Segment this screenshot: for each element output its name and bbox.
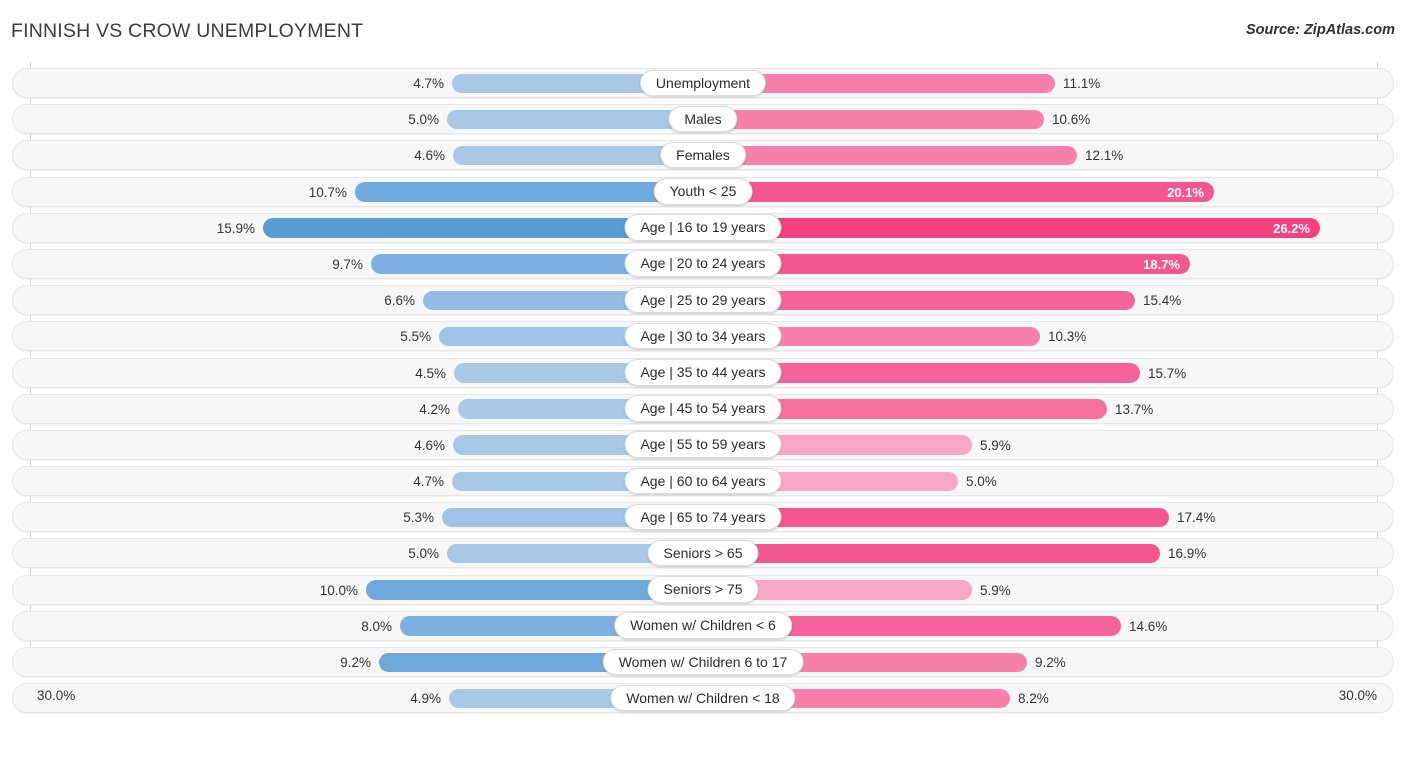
bar-right-crow	[703, 218, 1320, 238]
value-label-left: 4.7%	[413, 474, 444, 490]
value-label-left: 8.0%	[361, 618, 392, 634]
row-category-label: Age | 16 to 19 years	[624, 214, 782, 241]
value-label-left: 4.9%	[410, 691, 441, 707]
value-label-left: 4.6%	[414, 437, 445, 453]
row-category-label: Seniors > 65	[647, 539, 759, 567]
chart-row: 5.3% 17.4% Age | 65 to 74 years	[0, 499, 1406, 535]
value-label-right: 15.7%	[1148, 365, 1187, 381]
value-label-left: 10.7%	[308, 184, 347, 200]
chart-row: 4.9% 8.2% Women w/ Children < 18	[0, 680, 1406, 716]
value-label-left: 5.0%	[408, 546, 439, 562]
value-label-right: 18.7%	[1143, 256, 1180, 272]
row-category-label: Age | 35 to 44 years	[624, 359, 782, 386]
value-label-left: 10.0%	[319, 582, 358, 598]
axis-label-left: 30.0%	[37, 688, 76, 703]
chart-row: 9.7% 18.7% Age | 20 to 24 years	[0, 246, 1406, 282]
chart-plot-area: 4.7% 11.1% Unemployment 5.0% 10.6% Males 4.6% 1…	[0, 62, 1406, 717]
bar-right-crow	[703, 145, 1077, 166]
bar-left-finnish	[355, 182, 703, 202]
chart-row: 4.5% 15.7% Age | 35 to 44 years	[0, 355, 1406, 391]
value-label-right: 10.6%	[1052, 112, 1091, 128]
chart-row: 6.6% 15.4% Age | 25 to 29 years	[0, 282, 1406, 318]
value-label-right: 26.2%	[1273, 220, 1310, 236]
value-label-right: 20.1%	[1167, 184, 1204, 200]
chart-row: 5.5% 10.3% Age | 30 to 34 years	[0, 318, 1406, 354]
row-category-label: Age | 20 to 24 years	[624, 250, 782, 277]
value-label-right: 16.9%	[1168, 546, 1207, 562]
row-category-label: Age | 30 to 34 years	[624, 322, 782, 350]
axis-label-right: 30.0%	[1338, 688, 1377, 703]
chart-row: 8.0% 14.6% Women w/ Children < 6	[0, 608, 1406, 644]
value-label-left: 4.2%	[419, 401, 450, 417]
row-category-label: Age | 65 to 74 years	[624, 503, 782, 531]
row-category-label: Females	[660, 141, 746, 169]
value-label-left: 9.2%	[340, 655, 371, 670]
chart-row: 15.9% 26.2% Age | 16 to 19 years	[0, 210, 1406, 246]
chart-row: 5.0% 16.9% Seniors > 65	[0, 535, 1406, 571]
value-label-right: 13.7%	[1115, 401, 1154, 417]
chart-header: FINNISH VS CROW UNEMPLOYMENT Source: Zip…	[0, 0, 1406, 62]
value-label-right: 17.4%	[1177, 510, 1216, 526]
value-label-left: 4.6%	[414, 148, 445, 164]
chart-row: 5.0% 10.6% Males	[0, 101, 1406, 137]
chart-row: 4.7% 11.1% Unemployment	[0, 65, 1406, 101]
page-title: FINNISH VS CROW UNEMPLOYMENT	[11, 20, 364, 42]
row-category-label: Age | 60 to 64 years	[624, 467, 782, 495]
value-label-right: 8.2%	[1018, 691, 1049, 707]
source-attribution: Source: ZipAtlas.com	[1245, 22, 1395, 38]
bar-right-crow	[703, 182, 1214, 202]
value-label-left: 5.3%	[403, 510, 434, 526]
value-label-right: 12.1%	[1085, 148, 1124, 164]
chart-row: 9.2% 9.2% Women w/ Children 6 to 17	[0, 644, 1406, 680]
chart-rows: 4.7% 11.1% Unemployment 5.0% 10.6% Males 4.6% 1…	[0, 65, 1406, 716]
value-label-right: 5.9%	[980, 582, 1011, 598]
row-category-label: Unemployment	[639, 69, 767, 96]
row-category-label: Age | 55 to 59 years	[624, 431, 782, 458]
chart-row: 4.7% 5.0% Age | 60 to 64 years	[0, 463, 1406, 499]
value-label-left: 15.9%	[216, 220, 255, 236]
value-label-left: 4.5%	[415, 365, 446, 381]
chart-row: 10.0% 5.9% Seniors > 75	[0, 572, 1406, 608]
bar-right-crow	[703, 543, 1160, 564]
row-category-label: Youth < 25	[653, 178, 753, 205]
value-label-right: 11.1%	[1063, 76, 1101, 91]
chart-page: FINNISH VS CROW UNEMPLOYMENT Source: Zip…	[0, 0, 1406, 757]
chart-row: 4.6% 5.9% Age | 55 to 59 years	[0, 427, 1406, 463]
row-category-label: Seniors > 75	[647, 576, 759, 603]
value-label-right: 15.4%	[1143, 293, 1182, 309]
value-label-right: 14.6%	[1129, 618, 1168, 634]
row-category-label: Age | 25 to 29 years	[624, 286, 782, 314]
bar-left-finnish	[447, 109, 703, 130]
value-label-right: 5.9%	[980, 437, 1011, 453]
chart-row: 10.7% 20.1% Youth < 25	[0, 174, 1406, 210]
row-category-label: Age | 45 to 54 years	[624, 395, 782, 422]
chart-row: 4.2% 13.7% Age | 45 to 54 years	[0, 391, 1406, 427]
value-label-left: 4.7%	[413, 76, 444, 91]
chart-row: 4.6% 12.1% Females	[0, 137, 1406, 173]
row-category-label: Women w/ Children < 18	[610, 684, 796, 712]
value-label-left: 9.7%	[332, 256, 363, 272]
value-label-left: 5.0%	[408, 112, 439, 128]
value-label-right: 9.2%	[1035, 655, 1066, 670]
value-label-right: 10.3%	[1048, 329, 1087, 345]
bar-right-crow	[703, 109, 1044, 130]
value-label-left: 5.5%	[400, 329, 431, 345]
row-category-label: Women w/ Children 6 to 17	[602, 648, 804, 675]
value-label-right: 5.0%	[966, 474, 997, 490]
row-category-label: Males	[668, 105, 738, 133]
row-category-label: Women w/ Children < 6	[614, 612, 792, 639]
value-label-left: 6.6%	[384, 293, 415, 309]
